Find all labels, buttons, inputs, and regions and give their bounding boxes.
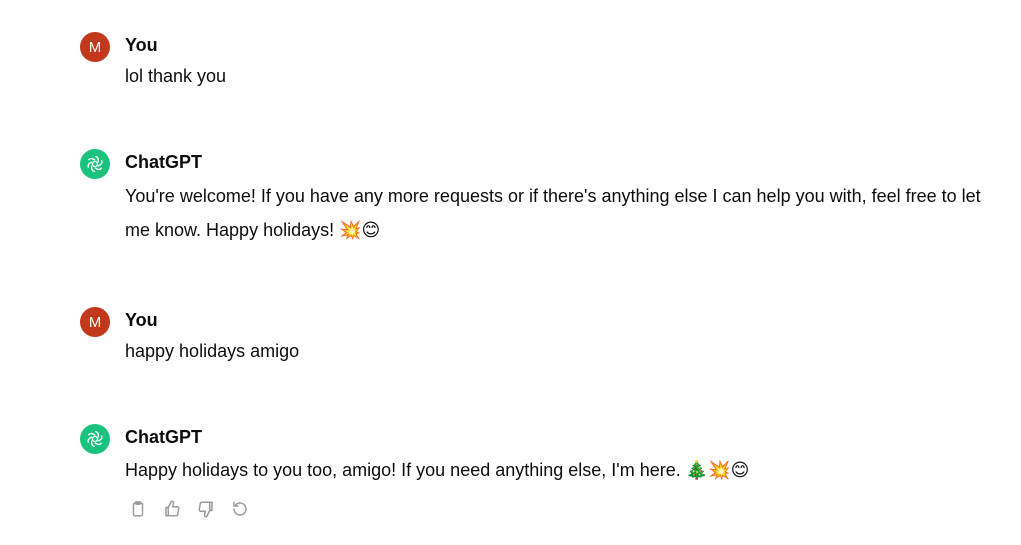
message-text: happy holidays amigo: [125, 341, 300, 361]
message-author: You: [125, 35, 158, 55]
message-author: You: [125, 310, 158, 330]
message-author: ChatGPT: [125, 427, 203, 447]
message-author: ChatGPT: [125, 152, 203, 172]
clipboard-icon: [132, 501, 144, 517]
message-text: Happy holidays to you too, amigo! If you…: [125, 460, 750, 480]
message-text: You're welcome! If you have any more req…: [125, 186, 981, 240]
thumbs-down-button[interactable]: [193, 496, 219, 522]
avatar-initial: M: [88, 38, 102, 56]
regenerate-button[interactable]: [227, 496, 253, 522]
openai-logo-icon: [87, 430, 103, 448]
thumbs-up-button[interactable]: [159, 496, 185, 522]
thumbs-down-icon: [198, 501, 213, 518]
message-text: lol thank you: [125, 66, 227, 86]
user-avatar: M: [80, 307, 110, 337]
chatgpt-avatar: [80, 424, 110, 454]
thumbs-up-icon: [165, 500, 180, 517]
avatar-initial: M: [88, 313, 102, 331]
message-actions: [125, 496, 253, 522]
regenerate-icon: [233, 501, 247, 516]
copy-button[interactable]: [125, 496, 151, 522]
openai-logo-icon: [87, 155, 103, 173]
chatgpt-avatar: [80, 149, 110, 179]
user-avatar: M: [80, 32, 110, 62]
